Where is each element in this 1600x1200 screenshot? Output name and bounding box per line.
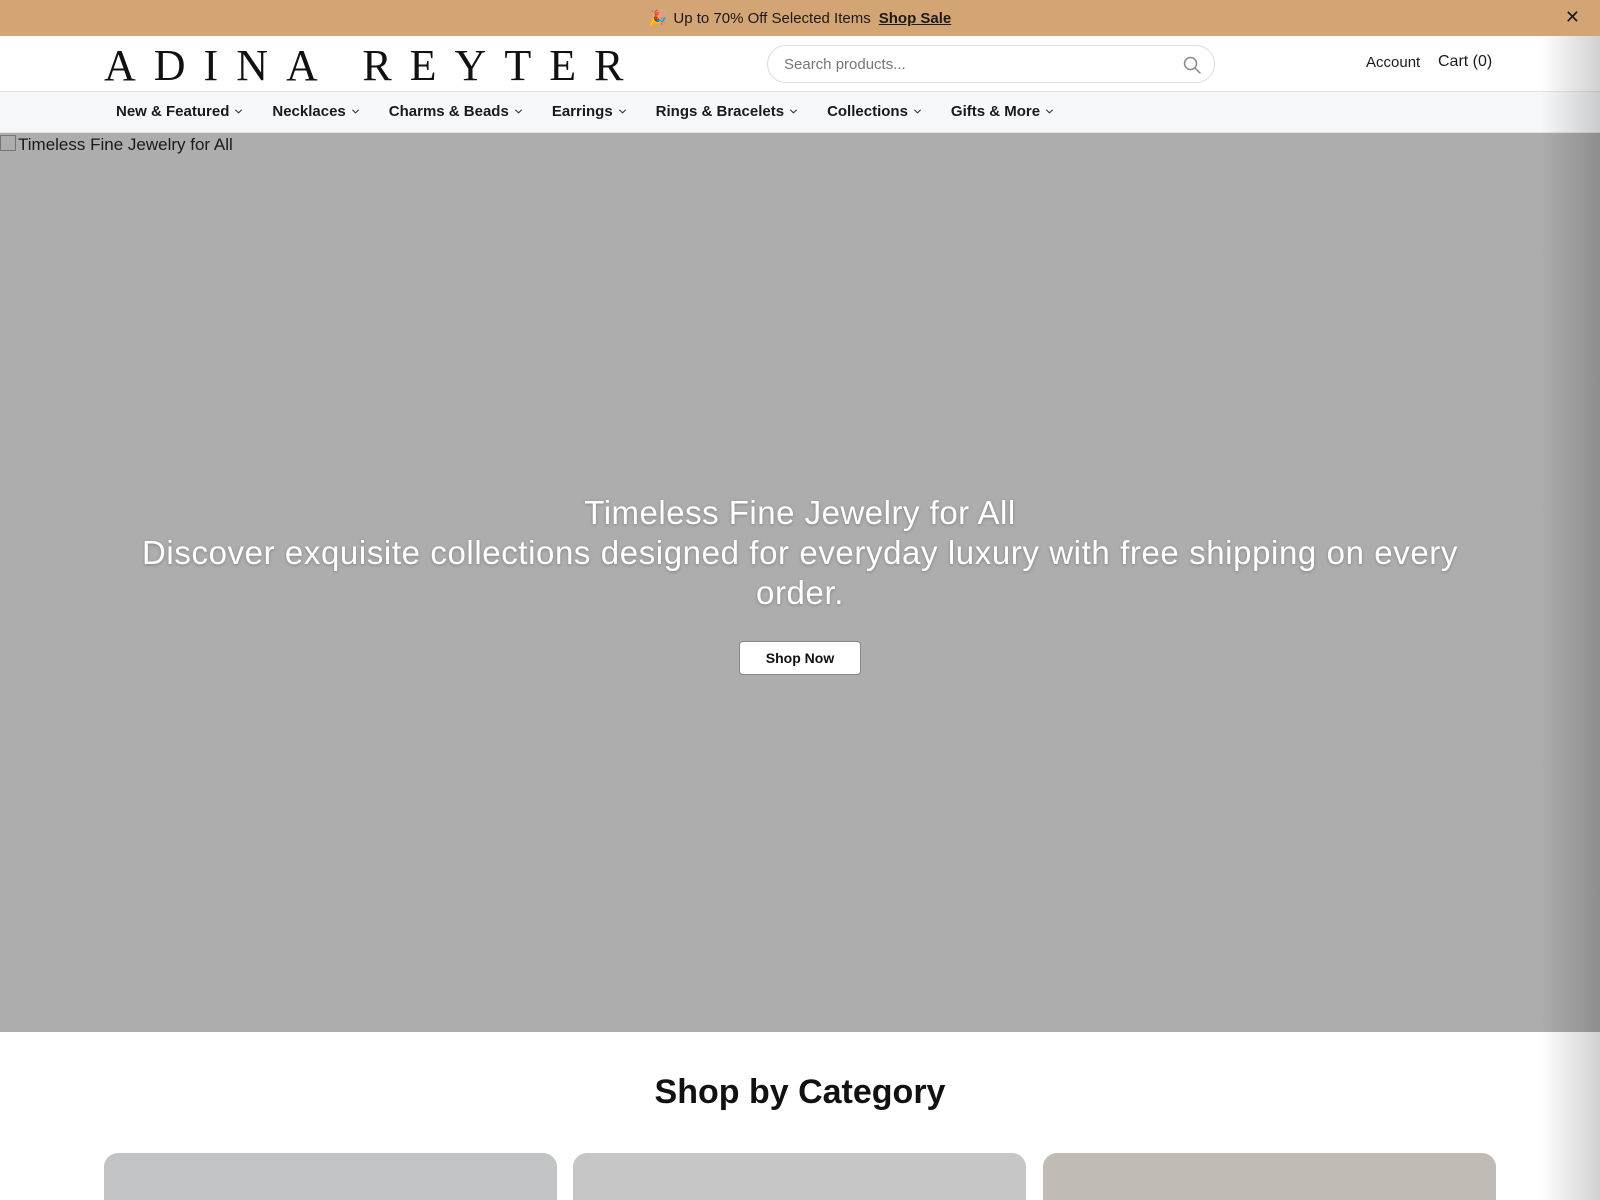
brand-logo[interactable]: ADINA REYTER [104, 44, 641, 88]
promo-text: Up to 70% Off Selected Items [673, 9, 871, 27]
chevron-down-icon [790, 109, 798, 114]
shop-now-button[interactable]: Shop Now [739, 641, 861, 675]
section-title: Shop by Category [654, 1073, 946, 1111]
nav-item-rings-bracelets[interactable]: Rings & Bracelets [656, 103, 798, 120]
nav-item-earrings[interactable]: Earrings [552, 103, 627, 120]
nav-item-new-featured[interactable]: New & Featured [116, 103, 243, 120]
chevron-down-icon [235, 109, 243, 114]
nav-item-gifts-more[interactable]: Gifts & More [951, 103, 1054, 120]
nav-item-label: Charms & Beads [388, 103, 509, 120]
nav-item-label: New & Featured [116, 103, 230, 120]
chevron-down-icon [514, 109, 522, 114]
search-box[interactable] [767, 45, 1215, 83]
search-input[interactable] [784, 54, 1164, 74]
party-popper-icon: 🎉 [648, 10, 668, 27]
site-header: ADINA REYTER Account Cart (0) [0, 36, 1600, 92]
chevron-down-icon [1046, 109, 1054, 114]
chevron-down-icon [351, 109, 359, 114]
nav-item-label: Earrings [551, 103, 613, 120]
search-icon[interactable] [1182, 55, 1202, 75]
hero-title: Timeless Fine Jewelry for All [584, 494, 1016, 531]
nav-item-label: Collections [827, 103, 908, 120]
nav-item-label: Necklaces [272, 103, 346, 120]
category-card[interactable] [1043, 1153, 1496, 1200]
hero-subtitle: Discover exquisite collections designed … [142, 534, 1458, 611]
shop-sale-link[interactable]: Shop Sale [879, 10, 952, 27]
nav-item-necklaces[interactable]: Necklaces [272, 103, 359, 120]
nav-item-label: Rings & Bracelets [655, 103, 785, 120]
category-card[interactable] [104, 1153, 557, 1200]
nav-item-charms-beads[interactable]: Charms & Beads [389, 103, 523, 120]
cart-link[interactable]: Cart (0) [1438, 53, 1492, 71]
nav-item-collections[interactable]: Collections [827, 103, 922, 120]
chevron-down-icon [913, 109, 921, 114]
hero-content: Timeless Fine Jewelry for All Discover e… [120, 493, 1480, 675]
nav-item-label: Gifts & More [950, 103, 1041, 120]
hero-banner: Timeless Fine Jewelry for All Timeless F… [0, 133, 1600, 1032]
promo-bar: 🎉 Up to 70% Off Selected Items Shop Sale… [0, 0, 1600, 36]
close-icon[interactable]: ✕ [1565, 8, 1580, 26]
chevron-down-icon [618, 109, 626, 114]
category-card[interactable] [573, 1153, 1026, 1200]
account-link[interactable]: Account [1366, 54, 1420, 71]
hero-image-alt-text: Timeless Fine Jewelry for All [0, 135, 233, 155]
main-nav: New & Featured Necklaces Charms & Beads … [0, 92, 1600, 133]
